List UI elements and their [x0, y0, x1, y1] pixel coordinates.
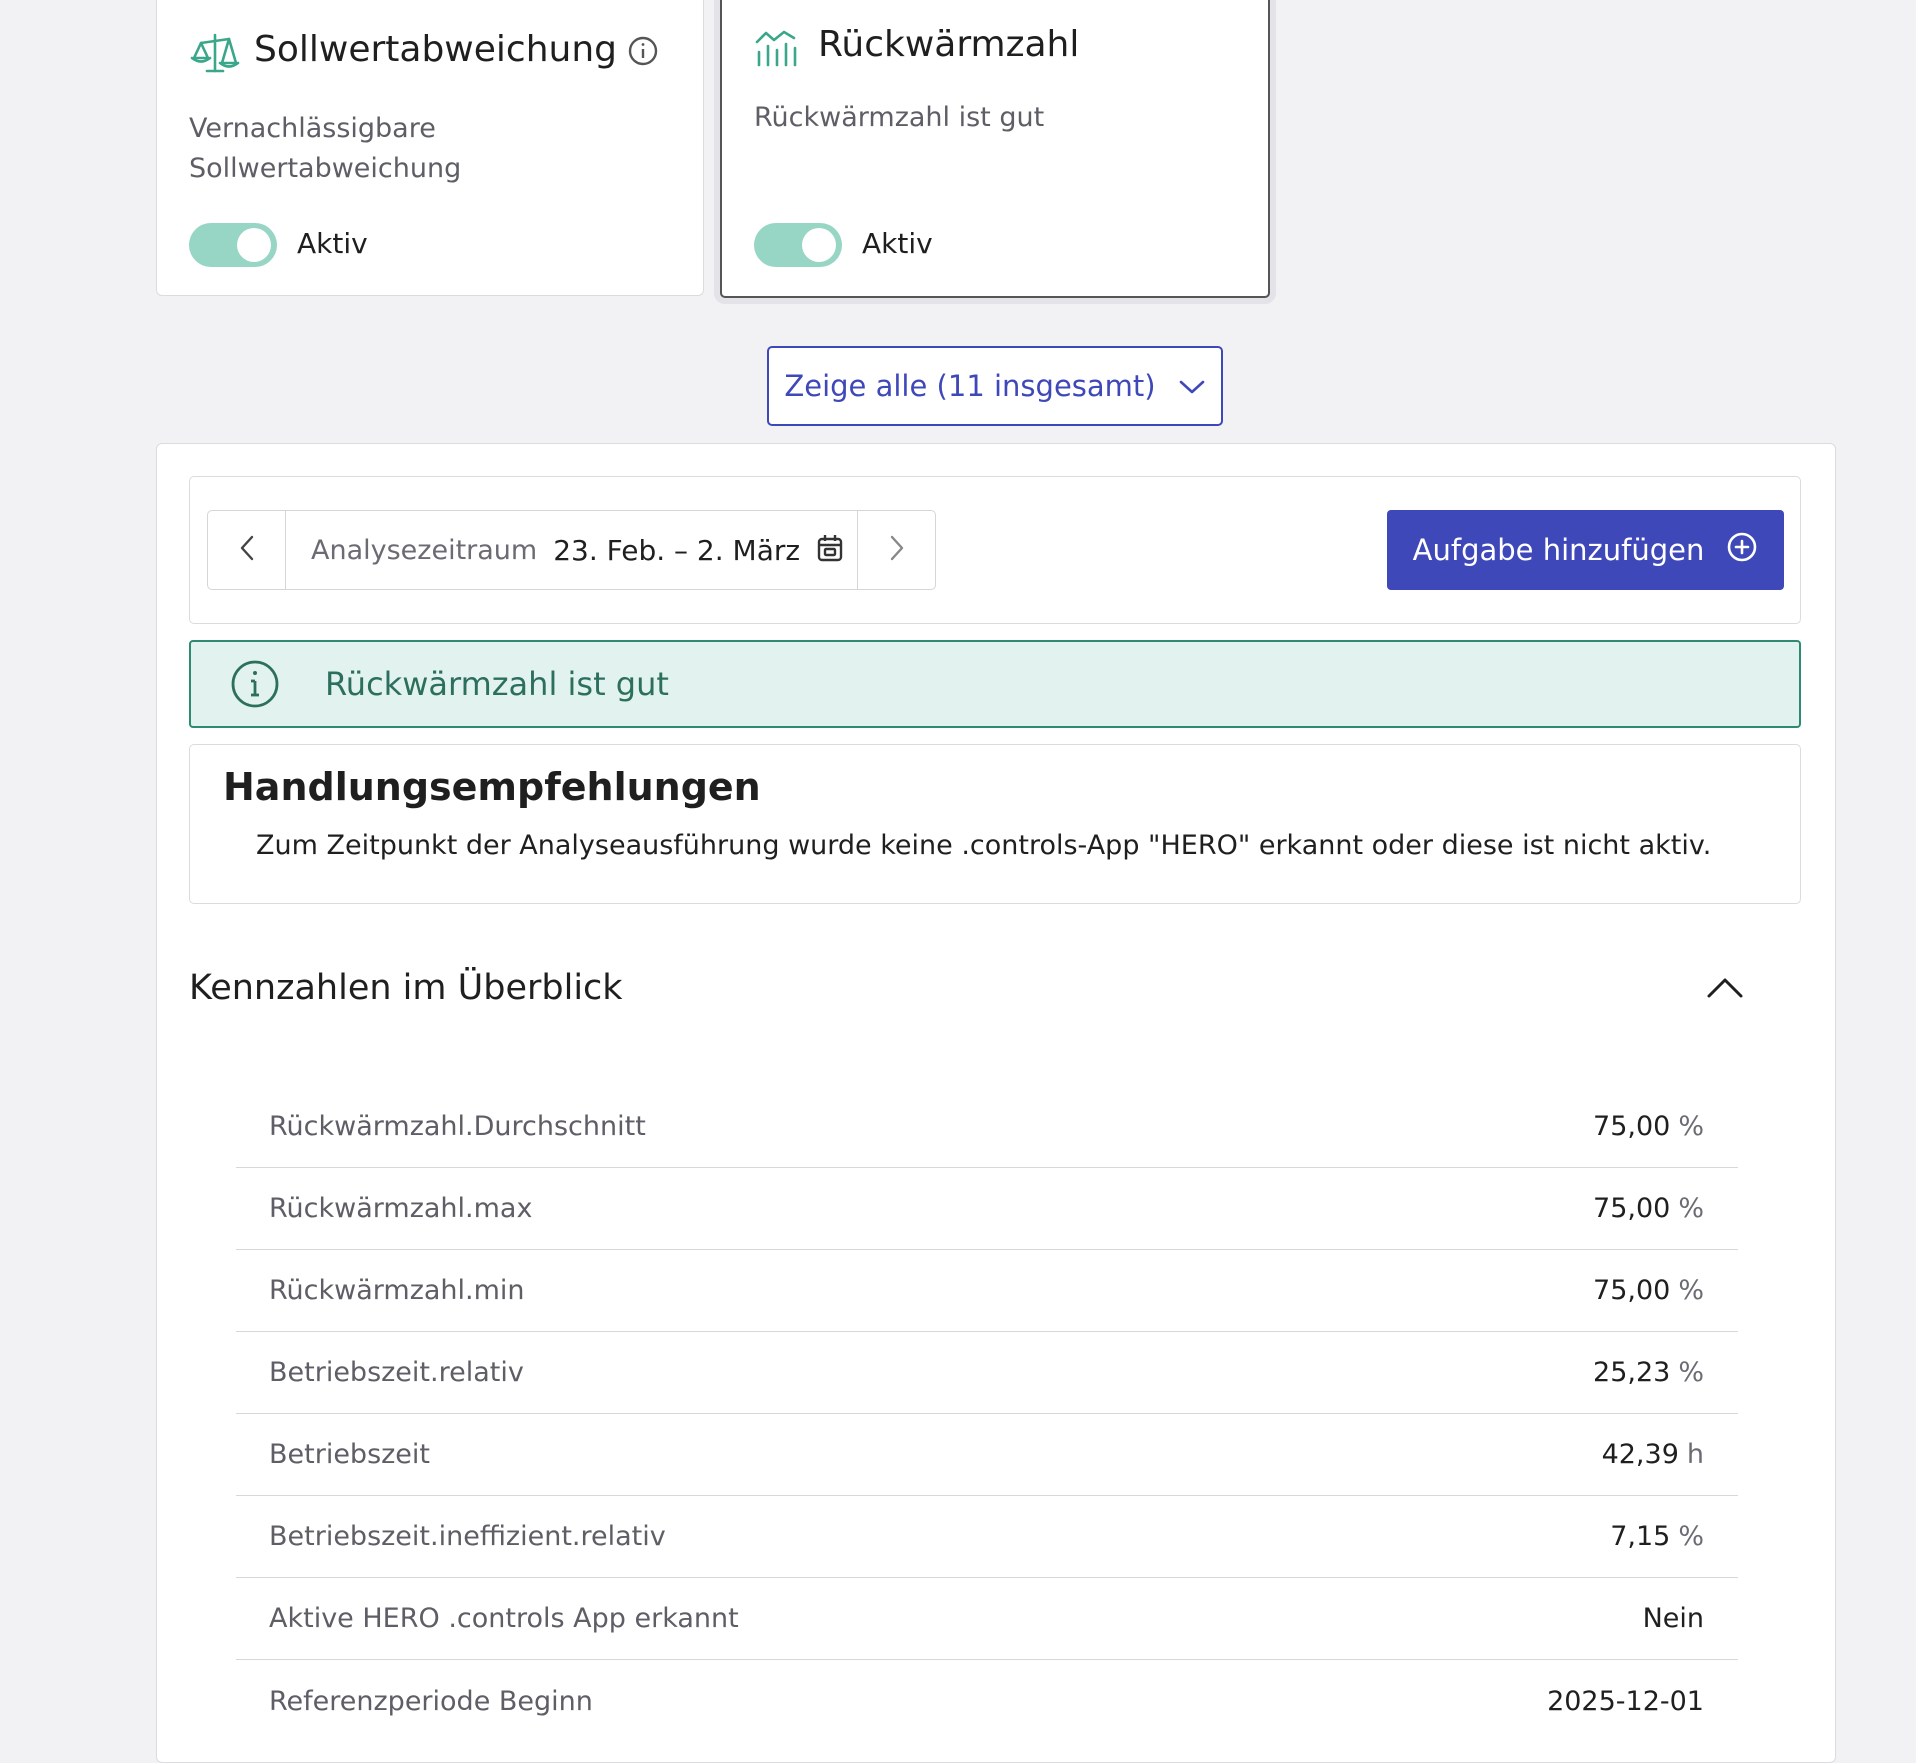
recommendations-title: Handlungsempfehlungen [223, 765, 761, 809]
active-toggle[interactable] [189, 223, 277, 267]
table-row: Aktive HERO .controls App erkannt Nein [236, 1578, 1738, 1660]
kpi-value: 25,23% [1593, 1357, 1704, 1388]
kpi-name: Rückwärmzahl.min [269, 1275, 525, 1306]
period-value: 23. Feb. – 2. März [553, 533, 801, 567]
plus-circle-icon [1726, 531, 1758, 570]
add-task-button[interactable]: Aufgabe hinzufügen [1387, 510, 1784, 590]
active-toggle[interactable] [754, 223, 842, 267]
show-all-button[interactable]: Zeige alle (11 insgesamt) [767, 346, 1223, 426]
kpi-value: 75,00% [1593, 1193, 1704, 1224]
kpi-name: Rückwärmzahl.Durchschnitt [269, 1111, 646, 1142]
card-description: Vernachlässigbare Sollwertabweichung [189, 113, 462, 184]
toggle-label: Aktiv [297, 227, 368, 260]
info-icon [229, 658, 281, 710]
table-row: Referenzperiode Beginn 2025-12-01 [236, 1660, 1738, 1742]
card-title: Rückwärmzahl [818, 24, 1080, 65]
scale-icon [189, 31, 241, 79]
table-row: Rückwärmzahl.min 75,00% [236, 1250, 1738, 1332]
kpi-table: Rückwärmzahl.Durchschnitt 75,00% Rückwär… [236, 1086, 1738, 1742]
table-row: Betriebszeit 42,39 h [236, 1414, 1738, 1496]
kpi-section-title: Kennzahlen im Überblick [189, 968, 623, 1008]
recommendations-text: Zum Zeitpunkt der Analyseausführung wurd… [256, 830, 1712, 861]
table-row: Betriebszeit.relativ 25,23% [236, 1332, 1738, 1414]
chart-icon [754, 28, 798, 72]
table-row: Rückwärmzahl.max 75,00% [236, 1168, 1738, 1250]
kpi-value: 75,00% [1593, 1111, 1704, 1142]
kpi-value: 2025-12-01 [1547, 1685, 1704, 1717]
kpi-name: Referenzperiode Beginn [269, 1685, 593, 1717]
info-icon[interactable] [627, 35, 659, 71]
chevron-left-icon [239, 534, 255, 566]
add-task-label: Aufgabe hinzufügen [1412, 533, 1705, 567]
calendar-icon [816, 533, 844, 567]
toggle-label: Aktiv [862, 227, 933, 260]
date-range-navigator: Analysezeitraum 23. Feb. – 2. März [207, 510, 936, 590]
kpi-name: Aktive HERO .controls App erkannt [269, 1603, 739, 1634]
status-alert: Rückwärmzahl ist gut [189, 640, 1801, 728]
kpi-name: Betriebszeit.ineffizient.relativ [269, 1521, 666, 1552]
card-description: Rückwärmzahl ist gut [754, 102, 1045, 133]
show-all-label: Zeige alle (11 insgesamt) [784, 369, 1156, 403]
kpi-value: 75,00% [1593, 1275, 1704, 1306]
kpi-name: Betriebszeit.relativ [269, 1357, 524, 1388]
card-sollwertabweichung[interactable]: Sollwertabweichung Vernachlässigbare Soll… [156, 0, 704, 296]
chevron-right-icon [889, 534, 905, 566]
previous-period-button[interactable] [208, 511, 286, 589]
alert-text: Rückwärmzahl ist gut [325, 665, 669, 703]
next-period-button[interactable] [857, 511, 935, 589]
kpi-value: 42,39 h [1601, 1439, 1704, 1470]
collapse-kpi-button[interactable] [1700, 968, 1750, 1012]
period-label: Analysezeitraum [311, 534, 538, 566]
kpi-name: Betriebszeit [269, 1439, 431, 1470]
card-rueckwaermzahl[interactable]: Rückwärmzahl Rückwärmzahl ist gut Aktiv [720, 0, 1270, 298]
chevron-down-icon [1178, 369, 1206, 403]
date-range-picker[interactable]: Analysezeitraum 23. Feb. – 2. März [286, 511, 857, 589]
chevron-up-icon [1706, 976, 1744, 1004]
recommendations-section: Handlungsempfehlungen Zum Zeitpunkt der … [189, 744, 1801, 904]
table-row: Rückwärmzahl.Durchschnitt 75,00% [236, 1086, 1738, 1168]
table-row: Betriebszeit.ineffizient.relativ 7,15% [236, 1496, 1738, 1578]
kpi-value: Nein [1642, 1603, 1704, 1634]
kpi-value: 7,15% [1610, 1521, 1704, 1552]
card-title: Sollwertabweichung [254, 29, 617, 70]
kpi-name: Rückwärmzahl.max [269, 1193, 533, 1224]
